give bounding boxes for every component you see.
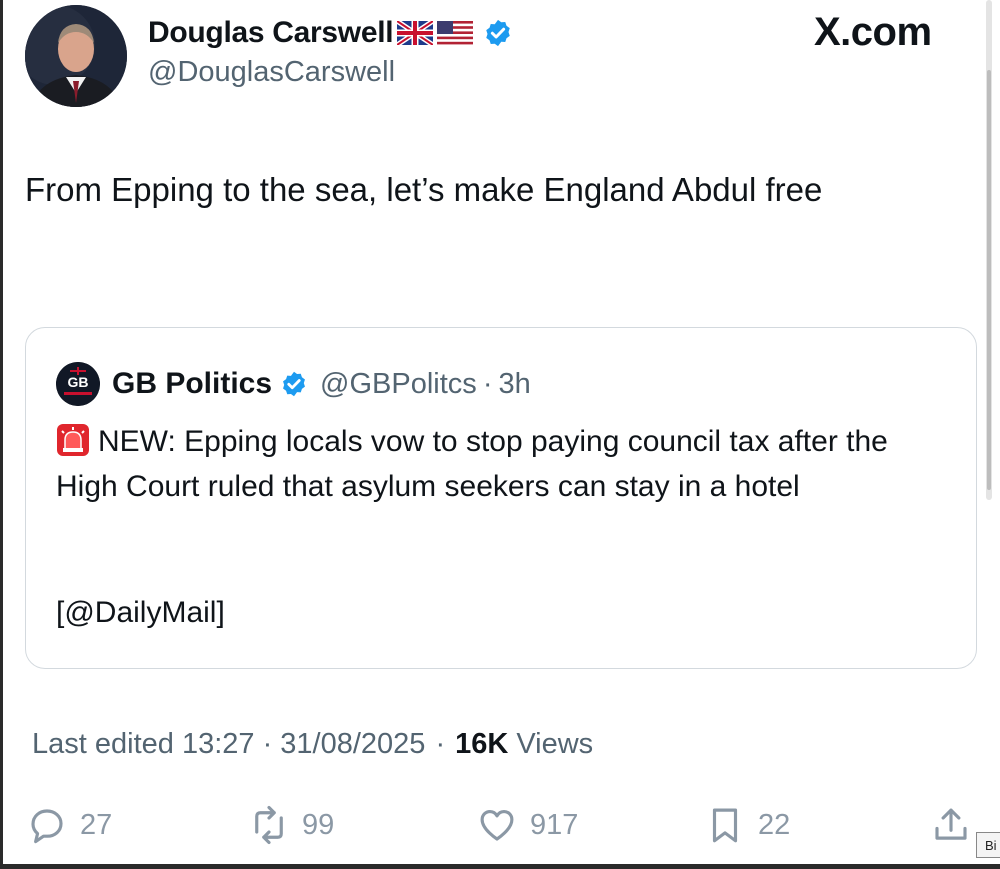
repost-count: 99 <box>302 808 335 841</box>
corner-tooltip-tag: Bi <box>976 832 1000 858</box>
quoted-header: GB Politics @GBPolitcs · 3h <box>112 362 531 406</box>
tweet-meta-row: Last edited 13:27 · 31/08/2025 · 16K Vie… <box>32 728 593 761</box>
siren-emoji-icon <box>56 423 90 457</box>
verified-badge-icon[interactable] <box>483 18 513 48</box>
frame-bottom-border <box>0 864 1000 869</box>
author-name-row: Douglas Carswell <box>148 14 513 52</box>
reply-count: 27 <box>80 808 113 841</box>
quoted-source-mention[interactable]: [@DailyMail] <box>56 596 225 630</box>
quoted-timestamp[interactable]: 3h <box>498 368 530 401</box>
meta-separator: · <box>435 728 446 760</box>
repost-button[interactable]: 99 <box>248 800 334 850</box>
author-avatar[interactable] <box>25 5 127 107</box>
quoted-separator: · <box>482 367 493 400</box>
edited-timestamp[interactable]: Last edited 13:27 · 31/08/2025 <box>32 728 425 761</box>
frame-left-border <box>0 0 3 869</box>
quoted-tweet-card[interactable]: GB GB Politics @GBPolitcs · 3h NEW: Eppi… <box>25 327 977 669</box>
us-flag-icon <box>437 21 474 45</box>
bookmark-icon <box>712 808 738 843</box>
tweet-text: From Epping to the sea, let’s make Engla… <box>25 171 823 208</box>
quoted-handle[interactable]: @GBPolitcs <box>320 368 477 401</box>
like-button[interactable]: 917 <box>476 800 578 850</box>
reply-icon <box>31 809 63 844</box>
uk-flag-icon <box>395 18 435 48</box>
quoted-display-name[interactable]: GB Politics <box>112 367 272 401</box>
quoted-verified-badge-icon <box>280 370 308 398</box>
quoted-tweet-text: NEW: Epping locals vow to stop paying co… <box>56 425 888 503</box>
bookmark-button[interactable]: 22 <box>704 800 790 850</box>
author-display-name[interactable]: Douglas Carswell <box>148 16 394 50</box>
like-count: 917 <box>530 808 579 841</box>
views-count: 16K <box>455 728 509 760</box>
repost-icon <box>255 805 283 845</box>
scrollbar-thumb[interactable] <box>987 70 991 490</box>
x-brand-logo: X.com <box>814 10 932 54</box>
views-label: Views <box>516 728 594 760</box>
quoted-avatar-text: GB <box>67 374 89 390</box>
author-handle[interactable]: @DouglasCarswell <box>148 56 395 89</box>
quoted-tweet-body: NEW: Epping locals vow to stop paying co… <box>56 419 956 509</box>
share-button[interactable] <box>930 800 972 850</box>
heart-icon <box>480 809 514 841</box>
share-icon <box>935 808 967 840</box>
reply-button[interactable]: 27 <box>26 800 112 850</box>
bookmark-count: 22 <box>758 808 791 841</box>
quoted-author-avatar[interactable]: GB <box>56 362 100 406</box>
